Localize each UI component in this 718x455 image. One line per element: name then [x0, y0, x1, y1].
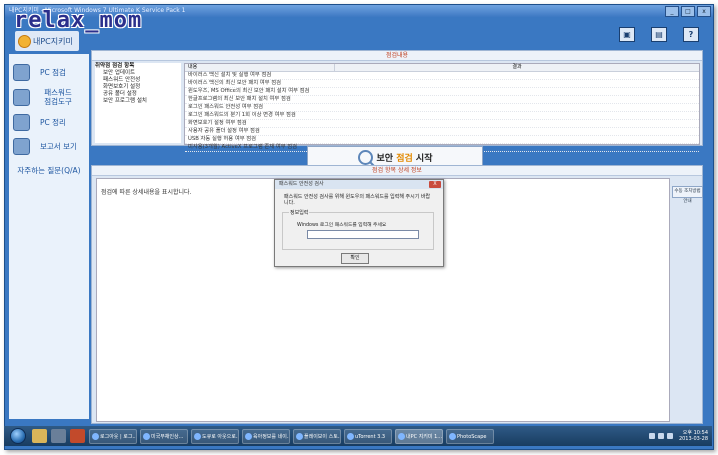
start-label-prefix: 보안: [376, 153, 397, 164]
tree-item[interactable]: 화면보호기 설정: [95, 84, 181, 91]
sidebar-item-label: 보고서 보기: [40, 141, 77, 151]
app-logo: 내PC지키미: [15, 31, 79, 51]
sidebar-item-password-tool[interactable]: 패스워드 점검도구: [9, 85, 89, 109]
list-header: 내용 결과: [185, 64, 699, 72]
tree-root[interactable]: 취약점 점검 항목: [95, 63, 181, 70]
lock-icon: [13, 88, 30, 106]
report-icon: [13, 137, 30, 155]
taskbar-item[interactable]: 내PC 지키미 1...: [395, 428, 443, 444]
tree-item[interactable]: 패스워드 안전성: [95, 77, 181, 84]
panel-title: 점검 항목 상세 정보: [92, 166, 702, 176]
tree-item[interactable]: 보안 프로그램 설치: [95, 98, 181, 105]
sidebar: PC 점검 패스워드 점검도구 PC 정리 보고서 보기 자주하는 질문(Q/A…: [9, 54, 89, 419]
monitor-icon: [13, 63, 30, 81]
start-button-label: 보안 점검 시작: [377, 151, 433, 164]
sidebar-item-label: PC 점검: [40, 67, 66, 77]
password-input[interactable]: [307, 230, 419, 239]
panel-title: 점검내용: [92, 51, 702, 61]
taskbar-item[interactable]: 육아정보를 네이...: [242, 428, 290, 444]
taskbar: 로그아웃 | 로그... 미국부채인상... 도큐로 아웃으로... 육아정보를…: [4, 426, 712, 446]
taskbar-item[interactable]: 플레이보이 스토...: [293, 428, 341, 444]
list-item[interactable]: 윈도우즈, MS Office의 최신 보안 패치 설치 여부 점검: [185, 88, 699, 96]
sidebar-item-label: PC 정리: [40, 117, 66, 127]
taskbar-item[interactable]: 미국부채인상...: [140, 428, 188, 444]
media-app-icon[interactable]: [70, 429, 85, 443]
detail-text: 점검에 따른 상세내용을 표시합니다.: [101, 189, 192, 196]
start-label-highlight: 점검: [396, 153, 413, 164]
tree-item[interactable]: 공유 폴더 설정: [95, 91, 181, 98]
book-icon[interactable]: ▤: [651, 27, 667, 42]
password-check-dialog: 패스워드 안전성 검사 X 패스워드 안전성 검사를 위해 윈도우의 패스워드를…: [274, 179, 444, 267]
list-item[interactable]: 바이러스 백신 설치 및 실행 여부 점검: [185, 72, 699, 80]
logo-mark-icon: [18, 34, 31, 48]
faq-link[interactable]: 자주하는 질문(Q/A): [9, 162, 89, 180]
check-list: 내용 결과 바이러스 백신 설치 및 실행 여부 점검 바이러스 백신의 최신 …: [184, 63, 700, 152]
help-icon[interactable]: ?: [683, 27, 699, 42]
tray-icon[interactable]: [666, 433, 673, 439]
check-items-panel: 점검내용 취약점 점검 항목 보안 업데이트 패스워드 안전성 화면보호기 설정…: [91, 50, 703, 152]
sidebar-item-pc-cleanup[interactable]: PC 정리: [9, 110, 89, 134]
clock-date: 2013-03-28: [678, 436, 708, 442]
taskbar-item[interactable]: 도큐로 아웃으로...: [191, 428, 239, 444]
watermark-text: relax_mom: [14, 8, 143, 33]
column-content[interactable]: 내용: [185, 64, 335, 71]
minimize-button[interactable]: _: [665, 6, 679, 17]
ok-button[interactable]: 확인: [341, 253, 369, 264]
group-label: 정보입력: [289, 209, 310, 216]
magnifier-icon: [357, 149, 373, 165]
taskbar-item[interactable]: 로그아웃 | 로그...: [89, 428, 137, 444]
sidebar-item-label: 패스워드 점검도구: [44, 88, 72, 106]
window-controls: _ □ x: [665, 6, 711, 17]
password-prompt: Windows 로그인 패스워드를 입력해 주세요: [297, 223, 387, 228]
maximize-button[interactable]: □: [681, 6, 695, 17]
system-tray: 오후 10:54 2013-03-28: [648, 430, 712, 442]
list-item[interactable]: 한글프로그램의 최신 보안 패치 설치 여부 점검: [185, 96, 699, 104]
header-toolbar: ▣ ▤ ?: [619, 27, 699, 42]
list-item[interactable]: 화면보호기 설정 여부 점검: [185, 120, 699, 128]
sidebar-item-report[interactable]: 보고서 보기: [9, 134, 89, 158]
list-item[interactable]: 로그인 패스워드의 분기 1회 이상 변경 여부 점검: [185, 112, 699, 120]
column-result[interactable]: 결과: [335, 64, 699, 71]
sidebar-item-pc-check[interactable]: PC 점검: [9, 60, 89, 84]
broom-icon: [13, 113, 30, 131]
check-tree: 취약점 점검 항목 보안 업데이트 패스워드 안전성 화면보호기 설정 공유 폴…: [95, 63, 181, 143]
clock[interactable]: 오후 10:54 2013-03-28: [679, 430, 708, 442]
folder-icon[interactable]: [32, 429, 47, 443]
taskbar-item[interactable]: PhotoScape: [446, 428, 494, 444]
list-item[interactable]: 바이러스 백신의 최신 보안 패치 여부 점검: [185, 80, 699, 88]
dialog-title: 패스워드 안전성 검사: [279, 181, 324, 187]
tree-item[interactable]: 보안 업데이트: [95, 70, 181, 77]
manual-fix-guide-button[interactable]: 수동 조치방법안내: [672, 186, 703, 204]
media-player-icon[interactable]: [51, 429, 66, 443]
info-input-group: 정보입력 Windows 로그인 패스워드를 입력해 주세요: [282, 209, 434, 250]
dialog-titlebar[interactable]: 패스워드 안전성 검사 X: [275, 180, 443, 189]
app-window: 내PC지키미 - Microsoft Windows 7 Ultimate K …: [4, 4, 714, 450]
start-label-suffix: 시작: [412, 153, 433, 164]
start-menu-icon[interactable]: [10, 428, 26, 444]
list-item[interactable]: 로그인 패스워드 안전성 여부 점검: [185, 104, 699, 112]
logo-text: 내PC지키미: [33, 36, 73, 46]
tray-icon[interactable]: [657, 433, 664, 439]
list-item[interactable]: USB 자동 실행 허용 여부 점검: [185, 136, 699, 144]
tray-icon[interactable]: [648, 433, 655, 439]
list-item[interactable]: 사용자 공유 폴더 설정 여부 점검: [185, 128, 699, 136]
window-icon[interactable]: ▣: [619, 27, 635, 42]
dialog-message: 패스워드 안전성 검사를 위해 윈도우의 패스워드를 입력해 주시기 바랍니다.: [284, 194, 431, 206]
dialog-close-button[interactable]: X: [429, 181, 441, 188]
taskbar-item[interactable]: uTorrent 3.3: [344, 428, 392, 444]
close-window-button[interactable]: x: [697, 6, 711, 17]
